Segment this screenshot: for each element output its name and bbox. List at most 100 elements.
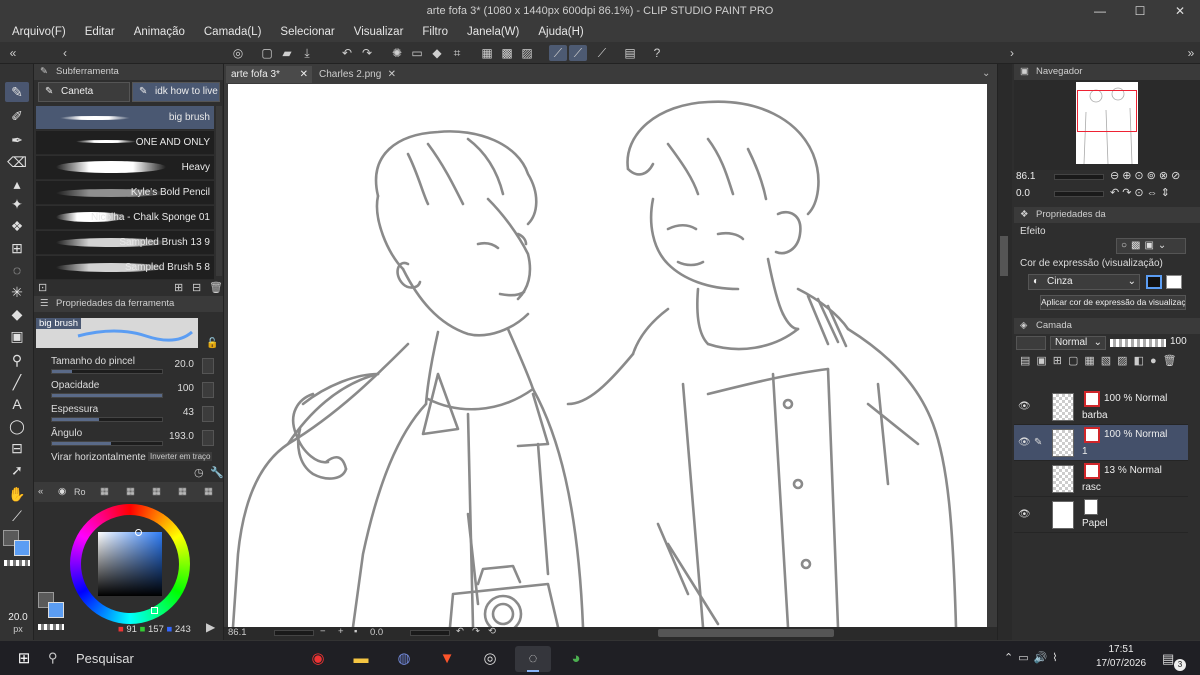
snap-grid-icon[interactable]: ⟋ xyxy=(593,45,611,61)
prop-spinner[interactable] xyxy=(202,430,214,446)
clip-studio-icon[interactable]: ◎ xyxy=(472,646,508,672)
windows-start-icon[interactable]: ⊞ xyxy=(6,646,42,672)
prop-brush-size[interactable]: Tamanho do pincel 20.0 xyxy=(48,356,218,378)
effect-buttons[interactable]: ○▩▣⌄ xyxy=(1116,238,1186,254)
horizontal-scrollbar[interactable] xyxy=(658,629,834,637)
prop-value[interactable]: 20.0 xyxy=(175,359,194,370)
subtool-settings-icon[interactable]: ⊡ xyxy=(38,281,47,294)
trash-icon[interactable]: 🗑 xyxy=(209,281,223,294)
undo-icon[interactable]: ↶ xyxy=(338,45,356,61)
intermediate-color-tab-icon[interactable]: ▦ xyxy=(152,484,161,500)
prop-value[interactable]: 193.0 xyxy=(169,431,194,442)
clock-time[interactable]: 17:51 xyxy=(1096,644,1146,655)
navigator-view-frame[interactable] xyxy=(1077,90,1137,132)
balloon-tool-icon[interactable]: ◯ xyxy=(5,416,29,436)
brush-item[interactable]: Sampled Brush 5 8 xyxy=(36,256,214,280)
color-slider-tab-icon[interactable]: ▦ xyxy=(100,484,109,500)
menu-camada[interactable]: Camada(L) xyxy=(204,26,262,38)
brush-item[interactable]: ONE AND ONLY xyxy=(36,131,214,155)
save-icon[interactable]: ⤓ xyxy=(298,45,316,61)
zoom-slider[interactable] xyxy=(274,630,314,636)
layer-color-dropdown[interactable] xyxy=(1016,336,1046,350)
approximate-color-tab-icon[interactable]: ▦ xyxy=(178,484,187,500)
navigator-zoom-slider[interactable] xyxy=(1054,174,1104,180)
clock-icon[interactable]: ◷ xyxy=(194,466,204,479)
tab-caneta[interactable]: ✎ Caneta xyxy=(38,82,130,102)
menu-ajuda[interactable]: Ajuda(H) xyxy=(538,26,583,38)
new-file-icon[interactable]: ▢ xyxy=(258,45,276,61)
rotate-right-icon[interactable]: ↷ xyxy=(472,626,480,637)
airbrush-tool-icon[interactable]: ✦ xyxy=(5,194,29,214)
clip-studio-icon[interactable]: ◎ xyxy=(229,45,247,61)
brush-item[interactable]: Kyle's Bold Pencil xyxy=(36,181,214,205)
clear-icon[interactable]: ▭ xyxy=(408,45,426,61)
apply-expression-color-button[interactable]: Aplicar cor de expressão da visualização xyxy=(1040,295,1186,310)
layer-opacity-slider[interactable] xyxy=(1110,339,1166,347)
main-color-swatch[interactable] xyxy=(48,602,64,618)
brush-item[interactable]: Heavy xyxy=(36,156,214,180)
prop-value[interactable]: Inverter em traço xyxy=(148,452,213,461)
menu-visualizar[interactable]: Visualizar xyxy=(354,26,404,38)
collapse-icon[interactable]: « xyxy=(38,484,43,500)
lock-icon[interactable]: 🔓 xyxy=(206,338,218,349)
expression-black-swatch[interactable] xyxy=(1146,275,1162,289)
layer-row[interactable]: 13 % Normal rasc xyxy=(1014,461,1188,497)
lasso-tool-icon[interactable]: ◌ xyxy=(5,260,29,280)
frame-tool-icon[interactable]: ⊟ xyxy=(5,438,29,458)
zoom-out-icon[interactable]: − xyxy=(320,626,326,637)
collapse-left-icon[interactable]: « xyxy=(4,45,22,61)
close-tab-icon[interactable]: ✕ xyxy=(300,66,308,83)
vertical-scrollbar[interactable] xyxy=(1000,236,1008,276)
fill-icon[interactable]: ◆ xyxy=(428,45,446,61)
menu-editar[interactable]: Editar xyxy=(85,26,115,38)
layer-row-selected[interactable]: 👁 ✎ 100 % Normal 1 xyxy=(1014,425,1188,461)
zoom-tool-icon[interactable]: ⚲ xyxy=(5,350,29,370)
eyedropper-tool-icon[interactable]: ⟋ xyxy=(5,506,29,526)
prop-slider[interactable] xyxy=(51,393,163,398)
close-tab-icon[interactable]: ✕ xyxy=(388,66,396,83)
prop-slider[interactable] xyxy=(51,441,163,446)
prop-opacity[interactable]: Opacidade 100 xyxy=(48,380,218,402)
eraser-tool-icon[interactable]: ⌫ xyxy=(5,152,29,172)
transparent-color-icon[interactable] xyxy=(38,624,64,630)
play-icon[interactable]: ▶ xyxy=(206,620,215,634)
fit-icon[interactable]: ▪ xyxy=(354,626,357,637)
blend-mode-dropdown[interactable]: Normal ⌄ xyxy=(1050,336,1106,350)
collapse-right-icon[interactable]: » xyxy=(1182,45,1200,61)
notifications-icon[interactable]: ▤ xyxy=(1162,651,1174,667)
tab-custom[interactable]: ✎ idk how to live w xyxy=(132,82,220,102)
menu-animacao[interactable]: Animação xyxy=(134,26,185,38)
prop-spinner[interactable] xyxy=(202,406,214,422)
redo-icon[interactable]: ↷ xyxy=(358,45,376,61)
maximize-button[interactable]: ☐ xyxy=(1120,0,1160,22)
discord-icon[interactable]: ◍ xyxy=(386,646,422,672)
prop-slider[interactable] xyxy=(51,369,163,374)
snap-special-ruler-icon[interactable]: ⟋ xyxy=(569,45,587,61)
gradient-tool-icon[interactable]: ▣ xyxy=(5,326,29,346)
prop-value[interactable]: 100 xyxy=(177,383,194,394)
brush-tool-icon[interactable]: ✒ xyxy=(5,130,29,150)
zoom-value[interactable]: 86.1 xyxy=(228,627,247,638)
tab-menu-chevron-icon[interactable]: ⌄ xyxy=(982,68,990,79)
decoration-tool-icon[interactable]: ❖ xyxy=(5,216,29,236)
help-icon[interactable]: ? xyxy=(648,45,666,61)
line-tool-icon[interactable]: ╱ xyxy=(5,372,29,392)
color-tab-label[interactable]: Ro xyxy=(74,484,86,500)
show-selection-icon[interactable]: ▨ xyxy=(518,45,536,61)
layer-opacity-value[interactable]: 100 xyxy=(1170,336,1187,347)
expression-color-dropdown[interactable]: ◐ Cinza ⌄ xyxy=(1028,274,1140,290)
invert-selection-icon[interactable]: ▩ xyxy=(498,45,516,61)
magic-wand-tool-icon[interactable]: ✳ xyxy=(5,282,29,302)
duplicate-subtool-icon[interactable]: ⊟ xyxy=(192,281,201,294)
media-player-icon[interactable]: ◉ xyxy=(300,646,336,672)
navigator-rotation-value[interactable]: 0.0 xyxy=(1016,188,1030,199)
eye-icon[interactable]: 👁 xyxy=(1018,437,1031,448)
eye-icon[interactable]: 👁 xyxy=(1018,509,1031,520)
pencil-tool-icon[interactable]: ✐ xyxy=(5,106,29,126)
prop-spinner[interactable] xyxy=(202,382,214,398)
transform-icon[interactable]: ⌗ xyxy=(448,45,466,61)
minimize-button[interactable]: — xyxy=(1080,0,1120,22)
device-settings-icon[interactable]: ▤ xyxy=(621,45,639,61)
menu-selecionar[interactable]: Selecionar xyxy=(280,26,334,38)
expression-white-swatch[interactable] xyxy=(1166,275,1182,289)
